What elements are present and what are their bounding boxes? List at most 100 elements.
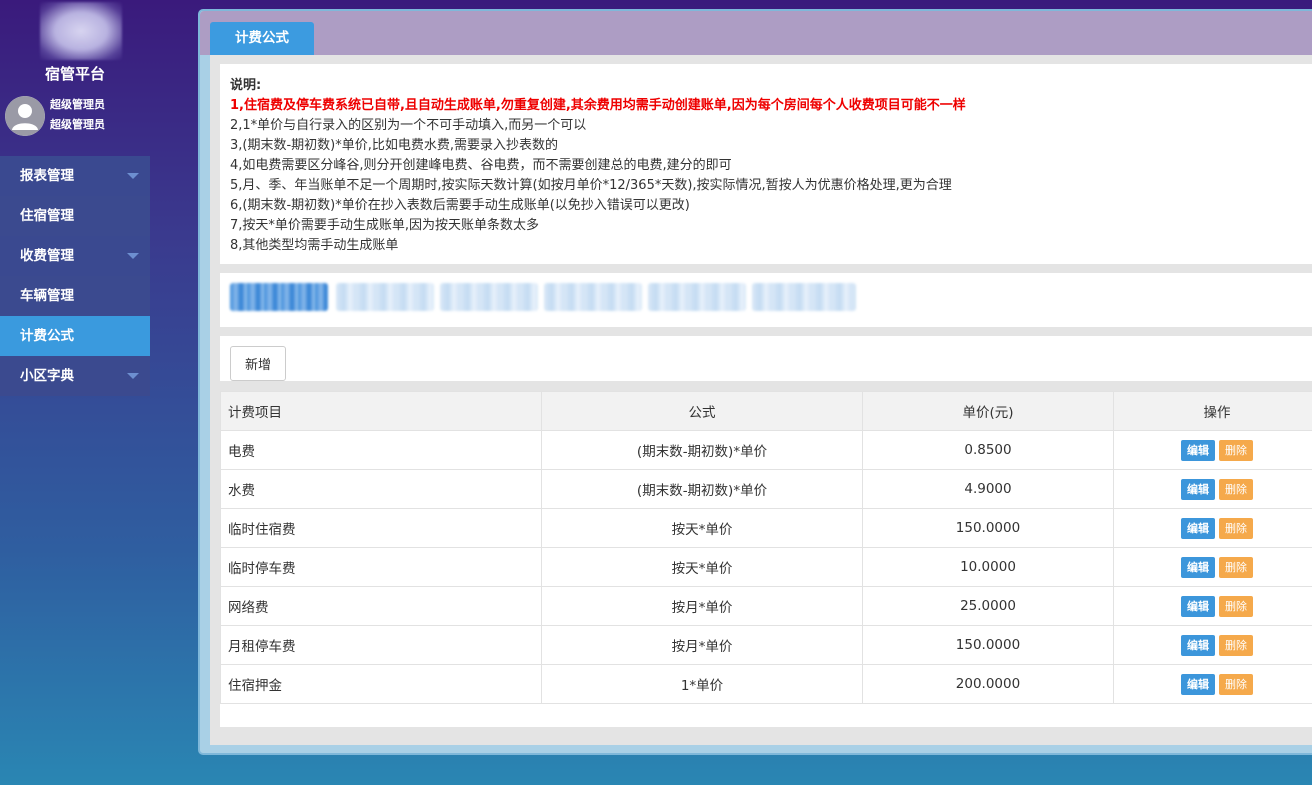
cell-price: 150.0000 [862,625,1114,665]
column-header: 单价(元) [862,391,1114,431]
cell-price: 10.0000 [862,547,1114,587]
sidebar-item-billing-formula[interactable]: 计费公式 [0,316,150,356]
delete-button[interactable]: 删除 [1219,673,1253,695]
sidebar-item-accommodation[interactable]: 住宿管理 [0,196,150,236]
edit-button[interactable]: 编辑 [1181,439,1215,461]
filter-tabs [220,273,1312,327]
table-row: 临时住宿费 按天*单价 150.0000 编辑 删除 [220,508,1312,548]
cell-formula: 按月*单价 [541,625,863,665]
chevron-down-icon [127,173,139,179]
user-role: 超级管理员 [50,98,105,111]
sidebar-item-reports[interactable]: 报表管理 [0,156,150,196]
cell-name: 电费 [220,430,542,470]
delete-button[interactable]: 删除 [1219,556,1253,578]
delete-button[interactable]: 删除 [1219,478,1253,500]
table-row: 网络费 按月*单价 25.0000 编辑 删除 [220,586,1312,626]
column-header: 计费项目 [220,391,542,431]
sidebar-item-label: 车辆管理 [20,288,74,304]
user-icon [5,96,45,136]
tab-bar: 计费公式 [200,11,1312,55]
filter-chip[interactable] [230,283,328,311]
cell-price: 4.9000 [862,469,1114,509]
notes-line: 6,(期末数-期初数)*单价在抄入表数后需要手动生成账单(以免抄入错误可以更改) [230,198,690,213]
notes-line: 1,住宿费及停车费系统已自带,且自动生成账单,勿重复创建,其余费用均需手动创建账… [230,98,966,113]
sidebar-item-vehicles[interactable]: 车辆管理 [0,276,150,316]
filter-chip[interactable] [752,283,856,311]
sidebar-item-label: 住宿管理 [20,208,74,224]
edit-button[interactable]: 编辑 [1181,478,1215,500]
notes-line: 7,按天*单价需要手动生成账单,因为按天账单条数太多 [230,218,540,233]
edit-button[interactable]: 编辑 [1181,634,1215,656]
sidebar-item-label: 报表管理 [20,168,74,184]
table-row: 水费 (期末数-期初数)*单价 4.9000 编辑 删除 [220,469,1312,509]
filter-chip[interactable] [336,283,434,311]
cell-actions: 编辑 删除 [1113,547,1312,587]
notes-box: 说明: 1,住宿费及停车费系统已自带,且自动生成账单,勿重复创建,其余费用均需手… [220,64,1312,264]
sidebar-menu: 报表管理 住宿管理 收费管理 车辆管理 计费公式 小区字典 [0,156,150,396]
sidebar-item-label: 小区字典 [20,368,74,384]
chevron-down-icon [127,373,139,379]
table-header-row: 计费项目 公式 单价(元) 操作 [220,391,1312,431]
cell-actions: 编辑 删除 [1113,664,1312,704]
delete-button[interactable]: 删除 [1219,634,1253,656]
edit-button[interactable]: 编辑 [1181,673,1215,695]
column-header: 公式 [541,391,863,431]
avatar[interactable] [5,96,45,136]
user-info: 超级管理员 超级管理员 [50,95,105,135]
cell-name: 住宿押金 [220,664,542,704]
edit-button[interactable]: 编辑 [1181,517,1215,539]
tab-billing-formula[interactable]: 计费公式 [210,22,314,55]
content-area: 说明: 1,住宿费及停车费系统已自带,且自动生成账单,勿重复创建,其余费用均需手… [210,55,1312,745]
edit-button[interactable]: 编辑 [1181,595,1215,617]
filter-chip[interactable] [440,283,538,311]
cell-name: 月租停车费 [220,625,542,665]
table-row: 临时停车费 按天*单价 10.0000 编辑 删除 [220,547,1312,587]
cell-actions: 编辑 删除 [1113,586,1312,626]
cell-name: 临时住宿费 [220,508,542,548]
cell-formula: 按天*单价 [541,547,863,587]
cell-actions: 编辑 删除 [1113,508,1312,548]
notes-line: 8,其他类型均需手动生成账单 [230,238,399,253]
cell-price: 150.0000 [862,508,1114,548]
billing-formula-table: 计费项目 公式 单价(元) 操作 电费 (期末数-期初数)*单价 0.8500 … [220,391,1312,704]
cell-formula: (期末数-期初数)*单价 [541,430,863,470]
main-panel: 计费公式 说明: 1,住宿费及停车费系统已自带,且自动生成账单,勿重复创建,其余… [198,9,1312,755]
cell-name: 网络费 [220,586,542,626]
column-header: 操作 [1113,391,1312,431]
notes-line: 2,1*单价与自行录入的区别为一个不可手动填入,而另一个可以 [230,118,587,133]
cell-actions: 编辑 删除 [1113,625,1312,665]
cell-formula: 按月*单价 [541,586,863,626]
cell-price: 0.8500 [862,430,1114,470]
notes-line: 3,(期末数-期初数)*单价,比如电费水费,需要录入抄表数的 [230,138,559,153]
cell-price: 25.0000 [862,586,1114,626]
delete-button[interactable]: 删除 [1219,439,1253,461]
cell-formula: 按天*单价 [541,508,863,548]
cell-formula: (期末数-期初数)*单价 [541,469,863,509]
edit-button[interactable]: 编辑 [1181,556,1215,578]
cell-name: 临时停车费 [220,547,542,587]
notes-line: 5,月、季、年当账单不足一个周期时,按实际天数计算(如按月单价*12/365*天… [230,178,952,193]
add-button[interactable]: 新增 [230,346,286,381]
logo [40,2,122,60]
sidebar: 宿管平台 超级管理员 超级管理员 报表管理 住宿管理 收费管理 车辆管理 计费公… [0,0,150,785]
filter-chip[interactable] [544,283,642,311]
cell-formula: 1*单价 [541,664,863,704]
table-row: 住宿押金 1*单价 200.0000 编辑 删除 [220,664,1312,704]
cell-actions: 编辑 删除 [1113,469,1312,509]
cell-name: 水费 [220,469,542,509]
filter-chip[interactable] [648,283,746,311]
app-title: 宿管平台 [44,65,105,83]
sidebar-item-label: 收费管理 [20,248,74,264]
notes-line: 4,如电费需要区分峰谷,则分开创建峰电费、谷电费，而不需要创建总的电费,建分的即… [230,158,732,173]
table-row: 月租停车费 按月*单价 150.0000 编辑 删除 [220,625,1312,665]
delete-button[interactable]: 删除 [1219,595,1253,617]
chevron-down-icon [127,253,139,259]
user-name: 超级管理员 [50,118,105,131]
table-row: 电费 (期末数-期初数)*单价 0.8500 编辑 删除 [220,430,1312,470]
cell-price: 200.0000 [862,664,1114,704]
toolbar: 新增 [220,336,1312,381]
sidebar-item-charges[interactable]: 收费管理 [0,236,150,276]
sidebar-item-community-dictionary[interactable]: 小区字典 [0,356,150,396]
delete-button[interactable]: 删除 [1219,517,1253,539]
cell-actions: 编辑 删除 [1113,430,1312,470]
